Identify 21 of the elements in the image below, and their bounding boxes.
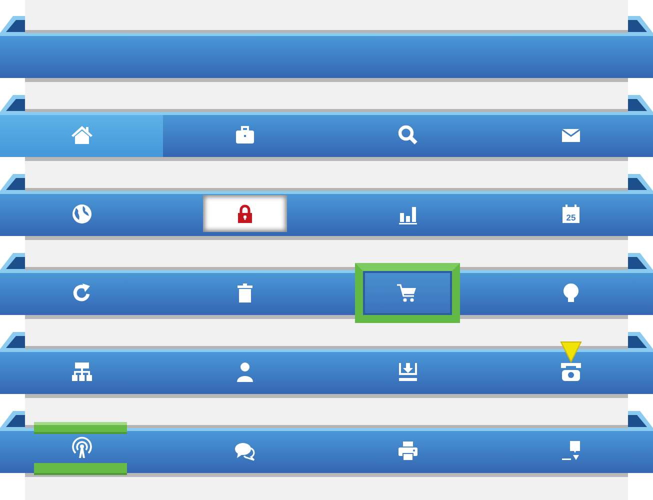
bar-end-cap [0,174,25,191]
bar-end-cap [0,411,25,428]
antenna-icon [70,436,94,460]
bar-end-cap [628,16,653,33]
nav-tab[interactable]: 25 [490,191,653,236]
nav-tab[interactable] [354,263,460,323]
bar-end-cap [628,332,653,349]
printer-icon [396,438,420,462]
bar-end-cap [628,411,653,428]
globe-icon [70,202,94,226]
sitemap-icon [70,360,94,384]
nav-tab[interactable] [203,195,286,232]
bar-end-cap [628,95,653,112]
bar-end-cap [0,95,25,112]
bar-end-cap [628,174,653,191]
nav-tab[interactable] [0,112,164,157]
pointer-marker [560,341,582,363]
bar-end-cap [628,253,653,270]
bar-end-cap [0,16,25,33]
bar-end-cap [0,332,25,349]
bar-end-cap [0,253,25,270]
